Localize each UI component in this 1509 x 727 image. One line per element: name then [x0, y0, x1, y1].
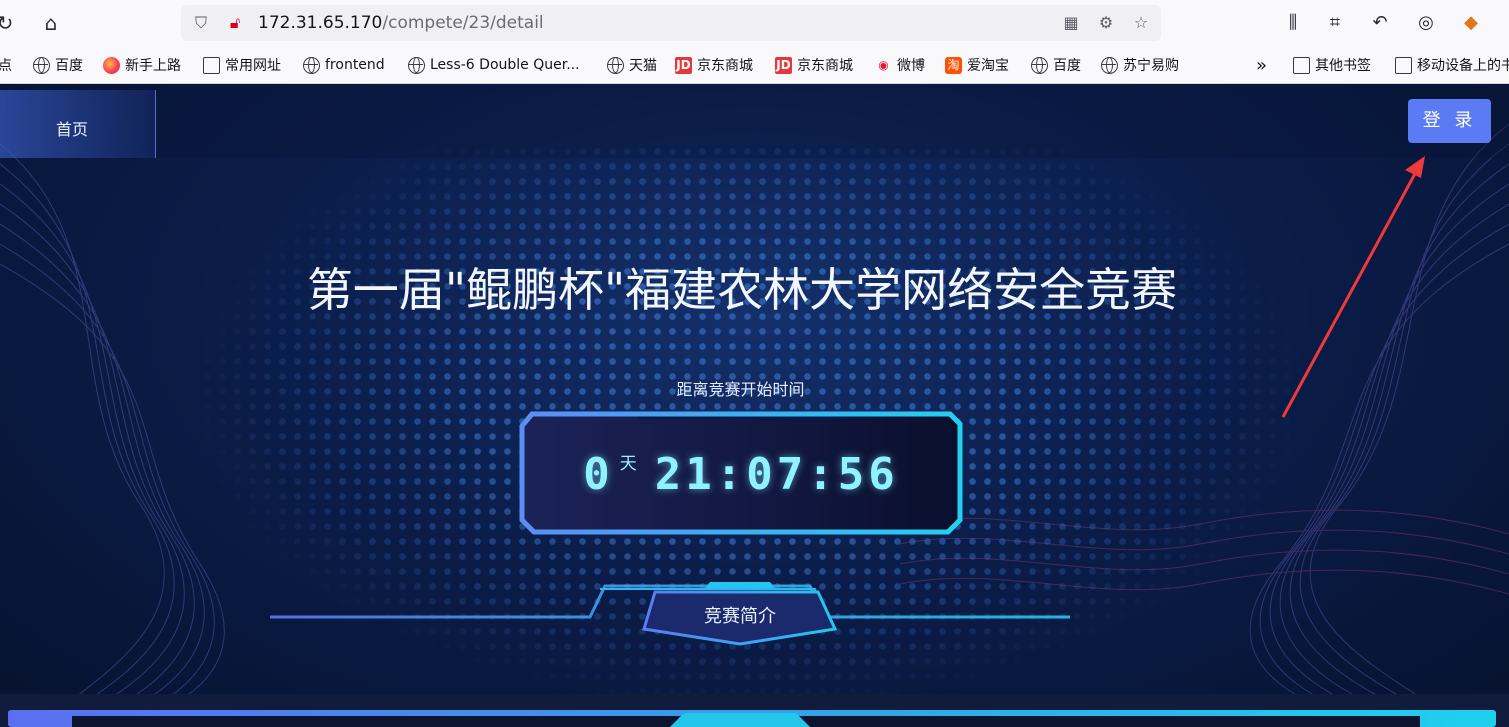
home-icon[interactable]: ⌂	[38, 10, 64, 36]
url-bar[interactable]: ⛉ 🔓︎ 172.31.65.170/compete/23/detail ▦ ⚙…	[181, 5, 1161, 41]
countdown-day-unit: 天	[619, 453, 637, 474]
competition-title: 第一届"鲲鹏杯"福建农林大学网络安全竞赛	[306, 263, 1178, 317]
bookmark-item[interactable]: 苏宁易购	[1101, 55, 1179, 75]
globe-icon	[1031, 56, 1048, 74]
library-icon[interactable]: ⫼	[1280, 10, 1306, 36]
mobile-bookmarks-folder[interactable]: 移动设备上的书	[1395, 55, 1509, 75]
bookmark-item[interactable]: 百度	[1031, 55, 1081, 75]
screenshot-crop-icon[interactable]: ⌗	[1322, 10, 1348, 36]
site-header: 首页 登 录	[0, 84, 1509, 158]
bookmark-item[interactable]: 新手上路	[103, 55, 181, 75]
shield-icon[interactable]: ⛉	[191, 13, 211, 33]
globe-icon	[33, 56, 50, 74]
bookmark-label: Less-6 Double Quer...	[430, 57, 580, 73]
reload-icon[interactable]: ↻	[0, 10, 18, 36]
content-panel-notch	[670, 713, 810, 727]
countdown-display: 0 天 21:07:56	[523, 418, 959, 530]
folder-icon	[1293, 56, 1310, 74]
bookmark-label: 百度	[55, 58, 83, 74]
intro-tab[interactable]: 竞赛简介	[640, 602, 840, 628]
bookmark-item[interactable]: ◉ 微博	[875, 55, 925, 75]
url-text[interactable]: 172.31.65.170/compete/23/detail	[258, 13, 544, 33]
bookmark-item[interactable]: JD 京东商城	[675, 55, 753, 75]
countdown-days: 0	[583, 448, 614, 500]
bookmark-label: 移动设备上的书	[1417, 58, 1509, 74]
overflow-label: »	[1256, 54, 1268, 76]
bookmark-item[interactable]: frontend	[303, 55, 385, 75]
bookmarks-bar: 点 百度 新手上路 常用网址 frontend Less-6 Double Qu…	[0, 46, 1509, 84]
bookmark-label: 点	[0, 58, 12, 74]
record-icon[interactable]: ◎	[1413, 10, 1439, 36]
countdown-label: 距离竞赛开始时间	[676, 380, 805, 399]
other-bookmarks-folder[interactable]: 其他书签	[1293, 55, 1371, 75]
bookmark-folder[interactable]: 常用网址	[203, 55, 281, 75]
globe-icon	[303, 56, 320, 74]
phone-icon	[1395, 56, 1412, 74]
firefox-icon	[103, 56, 120, 74]
bookmark-label: 百度	[1053, 58, 1081, 74]
url-host: 172.31.65.170	[258, 13, 383, 33]
bookmark-label: 常用网址	[225, 58, 281, 74]
competition-page: 首页 登 录 第一届"鲲鹏杯"福建农林大学网络安全竞赛 距离竞赛开始时间 0 天…	[0, 84, 1509, 727]
bookmark-star-icon[interactable]: ☆	[1131, 13, 1151, 33]
bookmark-label: frontend	[325, 57, 385, 73]
bookmark-item[interactable]: 点	[0, 55, 12, 75]
url-path: /compete/23/detail	[382, 13, 544, 33]
browser-toolbar: ↻ ⌂ ⛉ 🔓︎ 172.31.65.170/compete/23/detail…	[0, 0, 1509, 46]
globe-icon	[607, 56, 624, 74]
bookmark-label: 微博	[897, 58, 925, 74]
nav-home-tab[interactable]: 首页	[0, 90, 156, 158]
bookmark-label: 苏宁易购	[1123, 58, 1179, 74]
globe-icon	[408, 56, 425, 74]
bookmark-label: 京东商城	[697, 58, 753, 74]
extension-gear-icon[interactable]: ⚙	[1096, 13, 1116, 33]
browser-chrome: ↻ ⌂ ⛉ 🔓︎ 172.31.65.170/compete/23/detail…	[0, 0, 1509, 84]
jd-icon: JD	[675, 56, 692, 74]
bookmark-label: 爱淘宝	[967, 58, 1009, 74]
metamask-fox-icon[interactable]: ◆	[1458, 10, 1484, 36]
bookmark-label: 其他书签	[1315, 58, 1371, 74]
bookmark-item[interactable]: 天猫	[607, 55, 657, 75]
bookmark-label: 天猫	[629, 58, 657, 74]
undo-icon[interactable]: ↶	[1367, 10, 1393, 36]
bookmark-item[interactable]: Less-6 Double Quer...	[408, 55, 580, 75]
countdown-time: 21:07:56	[654, 448, 899, 500]
bookmarks-overflow-chevron-icon[interactable]: »	[1256, 54, 1268, 76]
folder-icon	[203, 56, 220, 74]
weibo-icon: ◉	[878, 57, 889, 72]
bookmark-label: 新手上路	[125, 58, 181, 74]
jd-icon: JD	[775, 56, 792, 74]
bookmark-label: 京东商城	[797, 58, 853, 74]
login-button[interactable]: 登 录	[1408, 99, 1491, 143]
bookmark-item[interactable]: 百度	[33, 55, 83, 75]
insecure-lock-icon[interactable]: 🔓︎	[225, 13, 245, 33]
bookmark-item[interactable]: 淘爱淘宝	[945, 55, 1009, 75]
globe-icon	[1101, 56, 1118, 74]
bookmark-item[interactable]: JD 京东商城	[775, 55, 853, 75]
qr-code-icon[interactable]: ▦	[1061, 13, 1081, 33]
taobao-icon: 淘	[945, 56, 962, 74]
nav-home-label: 首页	[56, 120, 89, 139]
